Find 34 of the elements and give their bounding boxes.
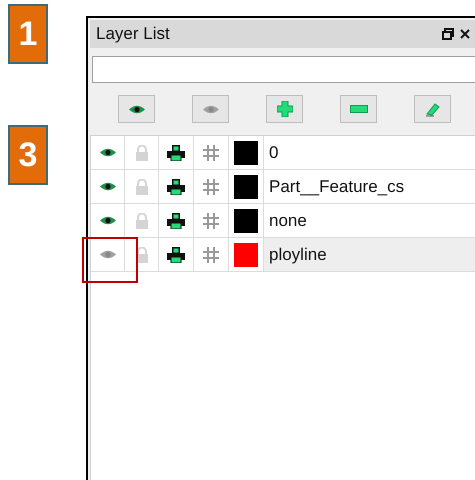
layer-name: none	[269, 210, 307, 232]
grid-icon	[202, 178, 220, 196]
minus-icon	[350, 105, 368, 113]
add-layer-button[interactable]	[266, 95, 303, 123]
layer-name: 0	[269, 142, 278, 164]
plus-icon	[276, 101, 292, 117]
show-all-button[interactable]	[118, 95, 155, 123]
panel-title: Layer List	[96, 23, 170, 46]
color-swatch[interactable]	[234, 242, 258, 266]
edit-layer-button[interactable]	[414, 95, 451, 123]
color-swatch[interactable]	[234, 208, 258, 232]
lock-icon	[134, 212, 148, 228]
lock-icon	[134, 144, 148, 160]
color-swatch[interactable]	[234, 140, 258, 164]
printer-icon	[167, 212, 185, 228]
grid-icon	[202, 144, 220, 162]
pen-icon	[424, 101, 440, 117]
step-badge: 1	[8, 4, 48, 64]
step-badge: 3	[8, 125, 48, 185]
restore-icon[interactable]	[442, 28, 454, 40]
printer-icon	[167, 178, 185, 194]
printer-icon	[167, 144, 185, 160]
grid-icon	[202, 246, 220, 264]
layer-name: Part__Feature_cs	[269, 176, 404, 198]
search-field[interactable]	[92, 56, 475, 83]
eye-icon	[128, 104, 146, 114]
close-icon[interactable]	[460, 29, 470, 39]
color-swatch[interactable]	[234, 174, 258, 198]
layer-name: ployline	[269, 244, 327, 266]
eye-icon	[202, 104, 220, 114]
lock-icon	[134, 178, 148, 194]
remove-layer-button[interactable]	[340, 95, 377, 123]
printer-icon	[167, 246, 185, 262]
grid-icon	[202, 212, 220, 230]
